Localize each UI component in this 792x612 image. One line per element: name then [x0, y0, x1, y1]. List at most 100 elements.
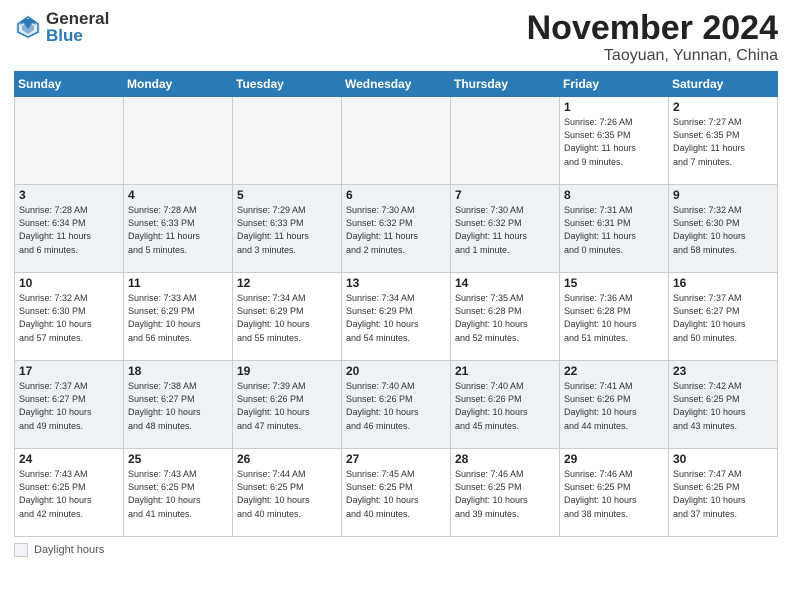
calendar: SundayMondayTuesdayWednesdayThursdayFrid…	[14, 71, 778, 537]
day-number: 19	[237, 364, 337, 378]
day-header-saturday: Saturday	[669, 72, 778, 97]
day-number: 10	[19, 276, 119, 290]
day-number: 24	[19, 452, 119, 466]
day-info: Sunrise: 7:39 AM Sunset: 6:26 PM Dayligh…	[237, 380, 337, 432]
day-number: 15	[564, 276, 664, 290]
calendar-cell: 12 Sunrise: 7:34 AM Sunset: 6:29 PM Dayli…	[233, 273, 342, 361]
day-info: Sunrise: 7:46 AM Sunset: 6:25 PM Dayligh…	[564, 468, 664, 520]
footer: Daylight hours	[14, 543, 778, 557]
day-number: 14	[455, 276, 555, 290]
day-info: Sunrise: 7:26 AM Sunset: 6:35 PM Dayligh…	[564, 116, 664, 168]
day-info: Sunrise: 7:46 AM Sunset: 6:25 PM Dayligh…	[455, 468, 555, 520]
day-header-monday: Monday	[124, 72, 233, 97]
calendar-cell: 24 Sunrise: 7:43 AM Sunset: 6:25 PM Dayli…	[15, 449, 124, 537]
day-info: Sunrise: 7:36 AM Sunset: 6:28 PM Dayligh…	[564, 292, 664, 344]
calendar-cell: 15 Sunrise: 7:36 AM Sunset: 6:28 PM Dayli…	[560, 273, 669, 361]
day-number: 17	[19, 364, 119, 378]
calendar-cell: 27Sunrise: 7:45 AM Sunset: 6:25 PM Dayli…	[342, 449, 451, 537]
calendar-cell: 16Sunrise: 7:37 AM Sunset: 6:27 PM Dayli…	[669, 273, 778, 361]
day-header-friday: Friday	[560, 72, 669, 97]
calendar-cell: 20 Sunrise: 7:40 AM Sunset: 6:26 PM Dayli…	[342, 361, 451, 449]
day-number: 18	[128, 364, 228, 378]
day-info: Sunrise: 7:30 AM Sunset: 6:32 PM Dayligh…	[346, 204, 446, 256]
calendar-cell: 7 Sunrise: 7:30 AM Sunset: 6:32 PM Daylig…	[451, 185, 560, 273]
footer-box	[14, 543, 28, 557]
day-info: Sunrise: 7:34 AM Sunset: 6:29 PM Dayligh…	[346, 292, 446, 344]
day-number: 28	[455, 452, 555, 466]
day-number: 26	[237, 452, 337, 466]
day-info: Sunrise: 7:37 AM Sunset: 6:27 PM Dayligh…	[673, 292, 773, 344]
day-info: Sunrise: 7:27 AM Sunset: 6:35 PM Dayligh…	[673, 116, 773, 168]
day-number: 9	[673, 188, 773, 202]
day-info: Sunrise: 7:28 AM Sunset: 6:33 PM Dayligh…	[128, 204, 228, 256]
calendar-cell: 18Sunrise: 7:38 AM Sunset: 6:27 PM Dayli…	[124, 361, 233, 449]
day-number: 3	[19, 188, 119, 202]
day-number: 2	[673, 100, 773, 114]
footer-label: Daylight hours	[34, 544, 104, 556]
day-number: 23	[673, 364, 773, 378]
logo-general: General	[46, 10, 109, 27]
day-number: 25	[128, 452, 228, 466]
calendar-cell: 3Sunrise: 7:28 AM Sunset: 6:34 PM Daylig…	[15, 185, 124, 273]
day-number: 21	[455, 364, 555, 378]
day-info: Sunrise: 7:29 AM Sunset: 6:33 PM Dayligh…	[237, 204, 337, 256]
logo: General Blue	[14, 10, 109, 44]
page: General Blue November 2024 Taoyuan, Yunn…	[0, 0, 792, 612]
day-info: Sunrise: 7:40 AM Sunset: 6:26 PM Dayligh…	[455, 380, 555, 432]
calendar-cell: 22 Sunrise: 7:41 AM Sunset: 6:26 PM Dayli…	[560, 361, 669, 449]
calendar-cell: 26 Sunrise: 7:44 AM Sunset: 6:25 PM Dayli…	[233, 449, 342, 537]
calendar-cell: 28 Sunrise: 7:46 AM Sunset: 6:25 PM Dayli…	[451, 449, 560, 537]
day-info: Sunrise: 7:43 AM Sunset: 6:25 PM Dayligh…	[19, 468, 119, 520]
calendar-cell: 8Sunrise: 7:31 AM Sunset: 6:31 PM Daylig…	[560, 185, 669, 273]
location: Taoyuan, Yunnan, China	[527, 47, 778, 65]
calendar-cell	[233, 97, 342, 185]
calendar-cell: 23 Sunrise: 7:42 AM Sunset: 6:25 PM Dayli…	[669, 361, 778, 449]
day-number: 6	[346, 188, 446, 202]
calendar-cell: 1 Sunrise: 7:26 AM Sunset: 6:35 PM Daylig…	[560, 97, 669, 185]
calendar-cell: 14 Sunrise: 7:35 AM Sunset: 6:28 PM Dayli…	[451, 273, 560, 361]
calendar-cell	[451, 97, 560, 185]
calendar-cell	[342, 97, 451, 185]
day-header-wednesday: Wednesday	[342, 72, 451, 97]
day-info: Sunrise: 7:41 AM Sunset: 6:26 PM Dayligh…	[564, 380, 664, 432]
day-number: 7	[455, 188, 555, 202]
calendar-cell: 9 Sunrise: 7:32 AM Sunset: 6:30 PM Daylig…	[669, 185, 778, 273]
day-number: 1	[564, 100, 664, 114]
day-number: 30	[673, 452, 773, 466]
calendar-cell: 29 Sunrise: 7:46 AM Sunset: 6:25 PM Dayli…	[560, 449, 669, 537]
calendar-cell: 2 Sunrise: 7:27 AM Sunset: 6:35 PM Daylig…	[669, 97, 778, 185]
day-info: Sunrise: 7:30 AM Sunset: 6:32 PM Dayligh…	[455, 204, 555, 256]
day-info: Sunrise: 7:44 AM Sunset: 6:25 PM Dayligh…	[237, 468, 337, 520]
day-number: 5	[237, 188, 337, 202]
calendar-cell: 17Sunrise: 7:37 AM Sunset: 6:27 PM Dayli…	[15, 361, 124, 449]
calendar-cell: 4Sunrise: 7:28 AM Sunset: 6:33 PM Daylig…	[124, 185, 233, 273]
header: General Blue November 2024 Taoyuan, Yunn…	[14, 10, 778, 65]
day-info: Sunrise: 7:42 AM Sunset: 6:25 PM Dayligh…	[673, 380, 773, 432]
day-info: Sunrise: 7:31 AM Sunset: 6:31 PM Dayligh…	[564, 204, 664, 256]
calendar-cell: 11Sunrise: 7:33 AM Sunset: 6:29 PM Dayli…	[124, 273, 233, 361]
calendar-cell: 5 Sunrise: 7:29 AM Sunset: 6:33 PM Daylig…	[233, 185, 342, 273]
day-info: Sunrise: 7:45 AM Sunset: 6:25 PM Dayligh…	[346, 468, 446, 520]
day-number: 22	[564, 364, 664, 378]
day-info: Sunrise: 7:47 AM Sunset: 6:25 PM Dayligh…	[673, 468, 773, 520]
day-header-sunday: Sunday	[15, 72, 124, 97]
day-info: Sunrise: 7:40 AM Sunset: 6:26 PM Dayligh…	[346, 380, 446, 432]
calendar-cell: 30 Sunrise: 7:47 AM Sunset: 6:25 PM Dayli…	[669, 449, 778, 537]
calendar-cell: 19 Sunrise: 7:39 AM Sunset: 6:26 PM Dayli…	[233, 361, 342, 449]
day-number: 11	[128, 276, 228, 290]
day-number: 20	[346, 364, 446, 378]
day-number: 29	[564, 452, 664, 466]
logo-blue: Blue	[46, 27, 109, 44]
calendar-cell	[15, 97, 124, 185]
calendar-cell: 25Sunrise: 7:43 AM Sunset: 6:25 PM Dayli…	[124, 449, 233, 537]
day-number: 12	[237, 276, 337, 290]
title-block: November 2024 Taoyuan, Yunnan, China	[527, 10, 778, 65]
day-info: Sunrise: 7:32 AM Sunset: 6:30 PM Dayligh…	[673, 204, 773, 256]
day-info: Sunrise: 7:35 AM Sunset: 6:28 PM Dayligh…	[455, 292, 555, 344]
logo-icon	[14, 13, 42, 41]
day-header-thursday: Thursday	[451, 72, 560, 97]
month-title: November 2024	[527, 10, 778, 47]
day-info: Sunrise: 7:34 AM Sunset: 6:29 PM Dayligh…	[237, 292, 337, 344]
calendar-cell: 6 Sunrise: 7:30 AM Sunset: 6:32 PM Daylig…	[342, 185, 451, 273]
calendar-cell	[124, 97, 233, 185]
